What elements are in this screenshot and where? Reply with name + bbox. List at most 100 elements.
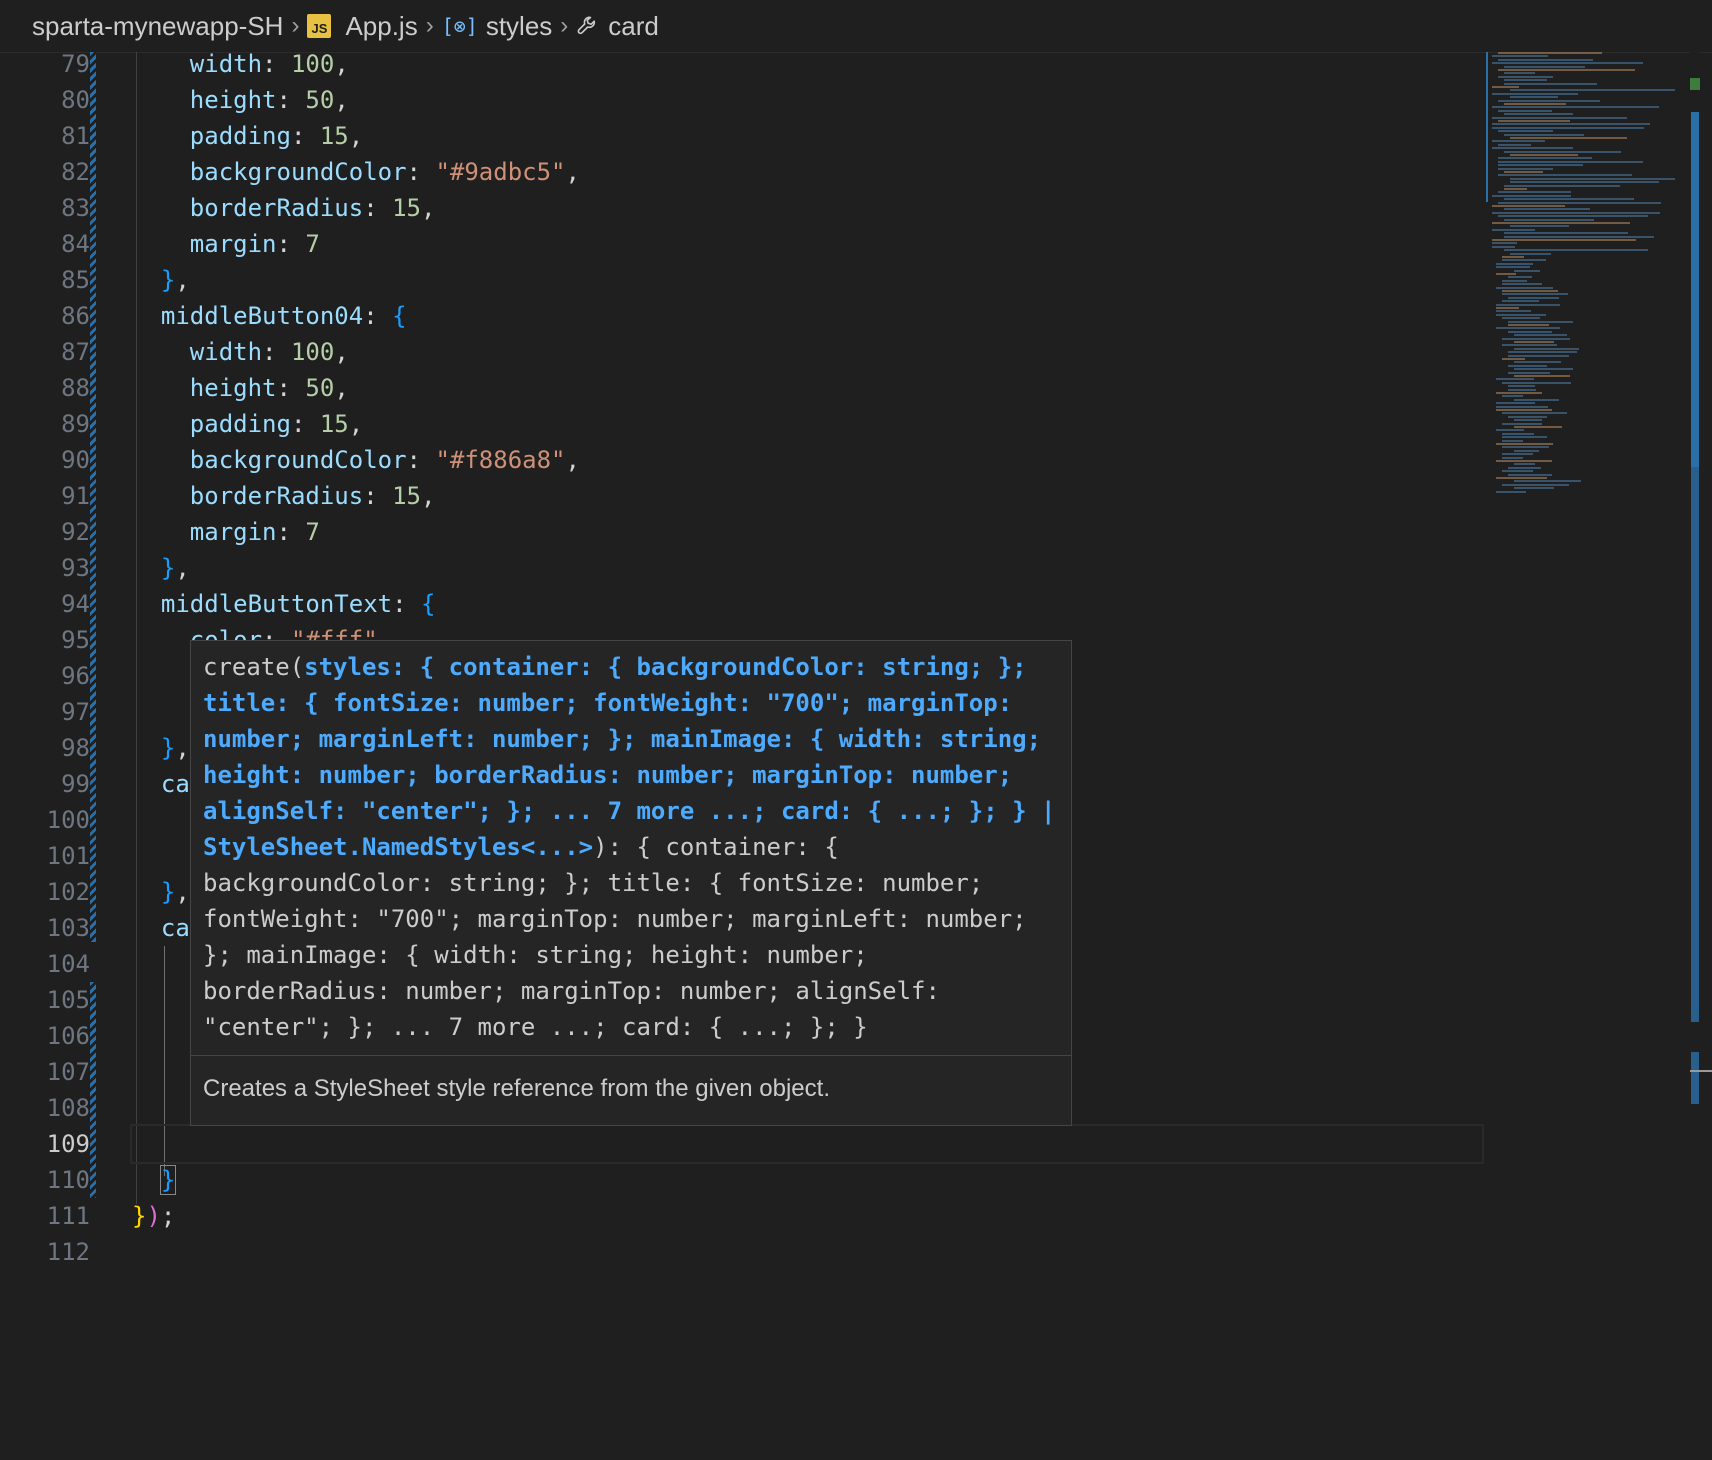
minimap-line (1496, 273, 1516, 275)
minimap-line (1496, 262, 1533, 265)
code-line: borderRadius: 15, (189, 482, 436, 510)
minimap-line (1504, 79, 1547, 82)
line-number: 99 (61, 770, 90, 798)
chevron-right-icon: › (425, 12, 434, 39)
breadcrumb-file-label: App.js (345, 10, 418, 41)
minimap-line (1504, 171, 1543, 173)
minimap-line (1504, 133, 1584, 136)
minimap-line (1504, 82, 1597, 85)
minimap-line (1508, 330, 1552, 333)
minimap-line (1498, 99, 1600, 102)
minimap-line (1492, 62, 1643, 65)
code-line: middleButtonText: { (160, 590, 436, 618)
minimap-line (1496, 266, 1530, 269)
line-number: 84 (61, 230, 90, 258)
minimap-line (1514, 419, 1542, 422)
scrollbar-thumb[interactable] (1691, 112, 1699, 467)
breadcrumb-file[interactable]: JS App.js (307, 10, 418, 42)
variable-symbol-icon: [⊗] (441, 14, 478, 38)
minimap-line (1502, 412, 1567, 415)
minimap-line (1502, 436, 1547, 439)
minimap-line (1496, 443, 1553, 445)
line-number: 101 (46, 842, 90, 870)
minimap-line (1504, 208, 1590, 211)
minimap-line (1510, 181, 1659, 184)
hover-documentation: Creates a StyleSheet style reference fro… (203, 1075, 830, 1102)
minimap-line (1514, 347, 1579, 350)
line-number: 105 (46, 986, 90, 1014)
minimap-line (1502, 483, 1569, 486)
minimap-line (1508, 276, 1532, 279)
code-line-current[interactable] (130, 1124, 1484, 1164)
minimap-line (1492, 55, 1548, 58)
minimap-line (1498, 52, 1602, 54)
minimap-line (1496, 378, 1534, 381)
matched-bracket: } (159, 1165, 177, 1195)
minimap-line (1504, 249, 1648, 252)
minimap-line (1510, 252, 1551, 255)
minimap-line (1508, 324, 1549, 326)
minimap-line (1504, 65, 1585, 68)
line-number: 100 (46, 806, 90, 834)
minimap-line (1498, 130, 1553, 133)
breadcrumb-symbol[interactable]: [⊗] styles (442, 11, 553, 42)
minimap-line (1510, 89, 1675, 92)
scrollbar-change-marker (1691, 442, 1699, 1022)
breadcrumb-leaf[interactable]: card (576, 11, 659, 42)
minimap-line (1504, 235, 1654, 238)
minimap-line (1502, 337, 1570, 340)
minimap-line (1514, 480, 1581, 483)
minimap-line (1504, 72, 1535, 75)
minimap-line (1492, 211, 1660, 214)
minimap-line (1498, 215, 1648, 218)
minimap-line (1492, 242, 1517, 245)
minimap-line (1508, 466, 1541, 469)
line-number-gutter[interactable]: 79 80 81 82 83 84 85 86 87 88 89 90 91 9… (0, 46, 90, 1270)
vertical-scrollbar[interactable] (1690, 52, 1700, 1460)
minimap-line (1496, 429, 1524, 432)
javascript-file-icon: JS (307, 14, 332, 38)
minimap-line (1502, 439, 1523, 442)
code-line: height: 50, (189, 374, 349, 402)
minimap-line (1514, 426, 1562, 428)
line-number: 97 (61, 698, 90, 726)
minimap-line (1496, 460, 1552, 462)
minimap-line (1510, 96, 1558, 99)
line-number: 95 (61, 626, 90, 654)
minimap-line (1514, 341, 1554, 343)
minimap-line (1502, 358, 1525, 360)
minimap-line (1502, 344, 1557, 347)
code-line: }, (160, 266, 190, 294)
minimap-line (1514, 449, 1539, 452)
line-number: 87 (61, 338, 90, 366)
line-number: 86 (61, 302, 90, 330)
git-modified-indicator[interactable] (90, 52, 96, 942)
minimap[interactable] (1484, 52, 1694, 512)
minimap-line (1498, 120, 1570, 122)
line-number: 108 (46, 1094, 90, 1122)
breadcrumb-folder[interactable]: sparta-mynewapp-SH (32, 11, 283, 42)
minimap-line (1508, 296, 1559, 299)
line-number: 104 (46, 950, 90, 978)
chevron-right-icon: › (560, 12, 569, 39)
minimap-line (1508, 351, 1577, 354)
code-line: width: 100, (189, 338, 349, 366)
minimap-line (1514, 487, 1554, 490)
minimap-line (1502, 422, 1542, 425)
git-modified-indicator[interactable] (90, 982, 96, 1198)
minimap-line (1498, 167, 1553, 170)
minimap-line (1498, 143, 1531, 146)
minimap-line (1502, 293, 1568, 296)
minimap-line (1508, 371, 1550, 374)
minimap-line (1492, 106, 1659, 109)
minimap-line (1514, 334, 1567, 337)
scrollbar-cursor-marker (1690, 1070, 1712, 1072)
code-line: middleButton04: { (160, 302, 407, 330)
line-number: 85 (61, 266, 90, 294)
minimap-line (1502, 456, 1523, 459)
minimap-line (1510, 137, 1627, 139)
minimap-line (1492, 123, 1650, 126)
minimap-line (1504, 150, 1621, 153)
code-line: backgroundColor: "#f886a8", (189, 446, 580, 474)
